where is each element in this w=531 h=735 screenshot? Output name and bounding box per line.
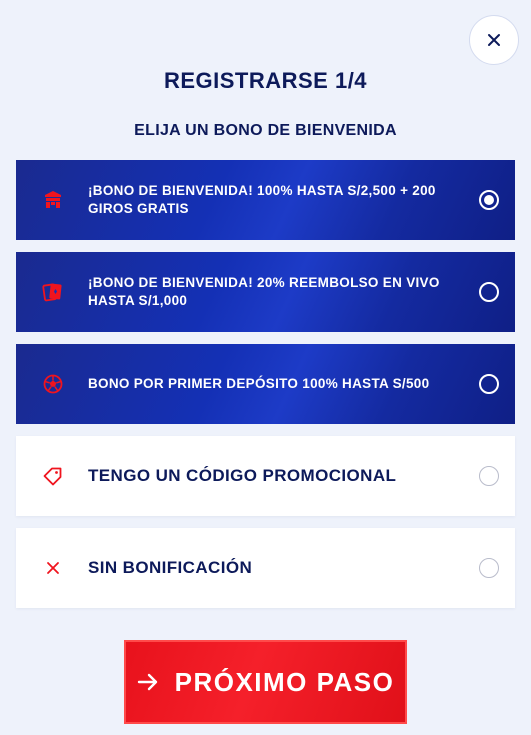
promo-code-label: TENGO UN CÓDIGO PROMOCIONAL — [88, 466, 397, 485]
bonus-option-live-cashback[interactable]: ¡BONO DE BIENVENIDA! 20% REEMBOLSO EN VI… — [16, 252, 515, 332]
radio-button[interactable] — [479, 190, 499, 210]
bonus-option-casino[interactable]: ¡BONO DE BIENVENIDA! 100% HASTA S/2,500 … — [16, 160, 515, 240]
close-button[interactable] — [469, 15, 519, 65]
radio-button[interactable] — [479, 558, 499, 578]
soccer-ball-icon — [40, 371, 66, 397]
arrow-right-icon — [137, 673, 157, 691]
page-subtitle: ELIJA UN BONO DE BIENVENIDA — [134, 122, 397, 139]
bonus-option-label: BONO POR PRIMER DEPÓSITO 100% HASTA S/50… — [88, 376, 430, 391]
promo-code-option[interactable]: TENGO UN CÓDIGO PROMOCIONAL — [16, 436, 515, 516]
radio-button[interactable] — [479, 282, 499, 302]
next-step-label: PRÓXIMO PASO — [174, 666, 395, 697]
bonus-option-label: ¡BONO DE BIENVENIDA! 20% REEMBOLSO EN VI… — [88, 275, 440, 308]
radio-button[interactable] — [479, 466, 499, 486]
next-step-button[interactable]: PRÓXIMO PASO — [124, 640, 407, 724]
tag-icon — [40, 463, 66, 489]
page-title: REGISTRARSE 1/4 — [163, 68, 368, 93]
cards-icon — [40, 279, 66, 305]
radio-selected-dot — [484, 195, 494, 205]
close-icon — [488, 34, 500, 46]
bonus-option-sports[interactable]: BONO POR PRIMER DEPÓSITO 100% HASTA S/50… — [16, 344, 515, 424]
no-bonus-label: SIN BONIFICACIÓN — [88, 558, 253, 577]
x-icon — [40, 555, 66, 581]
casino-icon — [40, 187, 66, 213]
no-bonus-option[interactable]: SIN BONIFICACIÓN — [16, 528, 515, 608]
radio-button[interactable] — [479, 374, 499, 394]
bonus-option-label: ¡BONO DE BIENVENIDA! 100% HASTA S/2,500 … — [88, 183, 436, 216]
